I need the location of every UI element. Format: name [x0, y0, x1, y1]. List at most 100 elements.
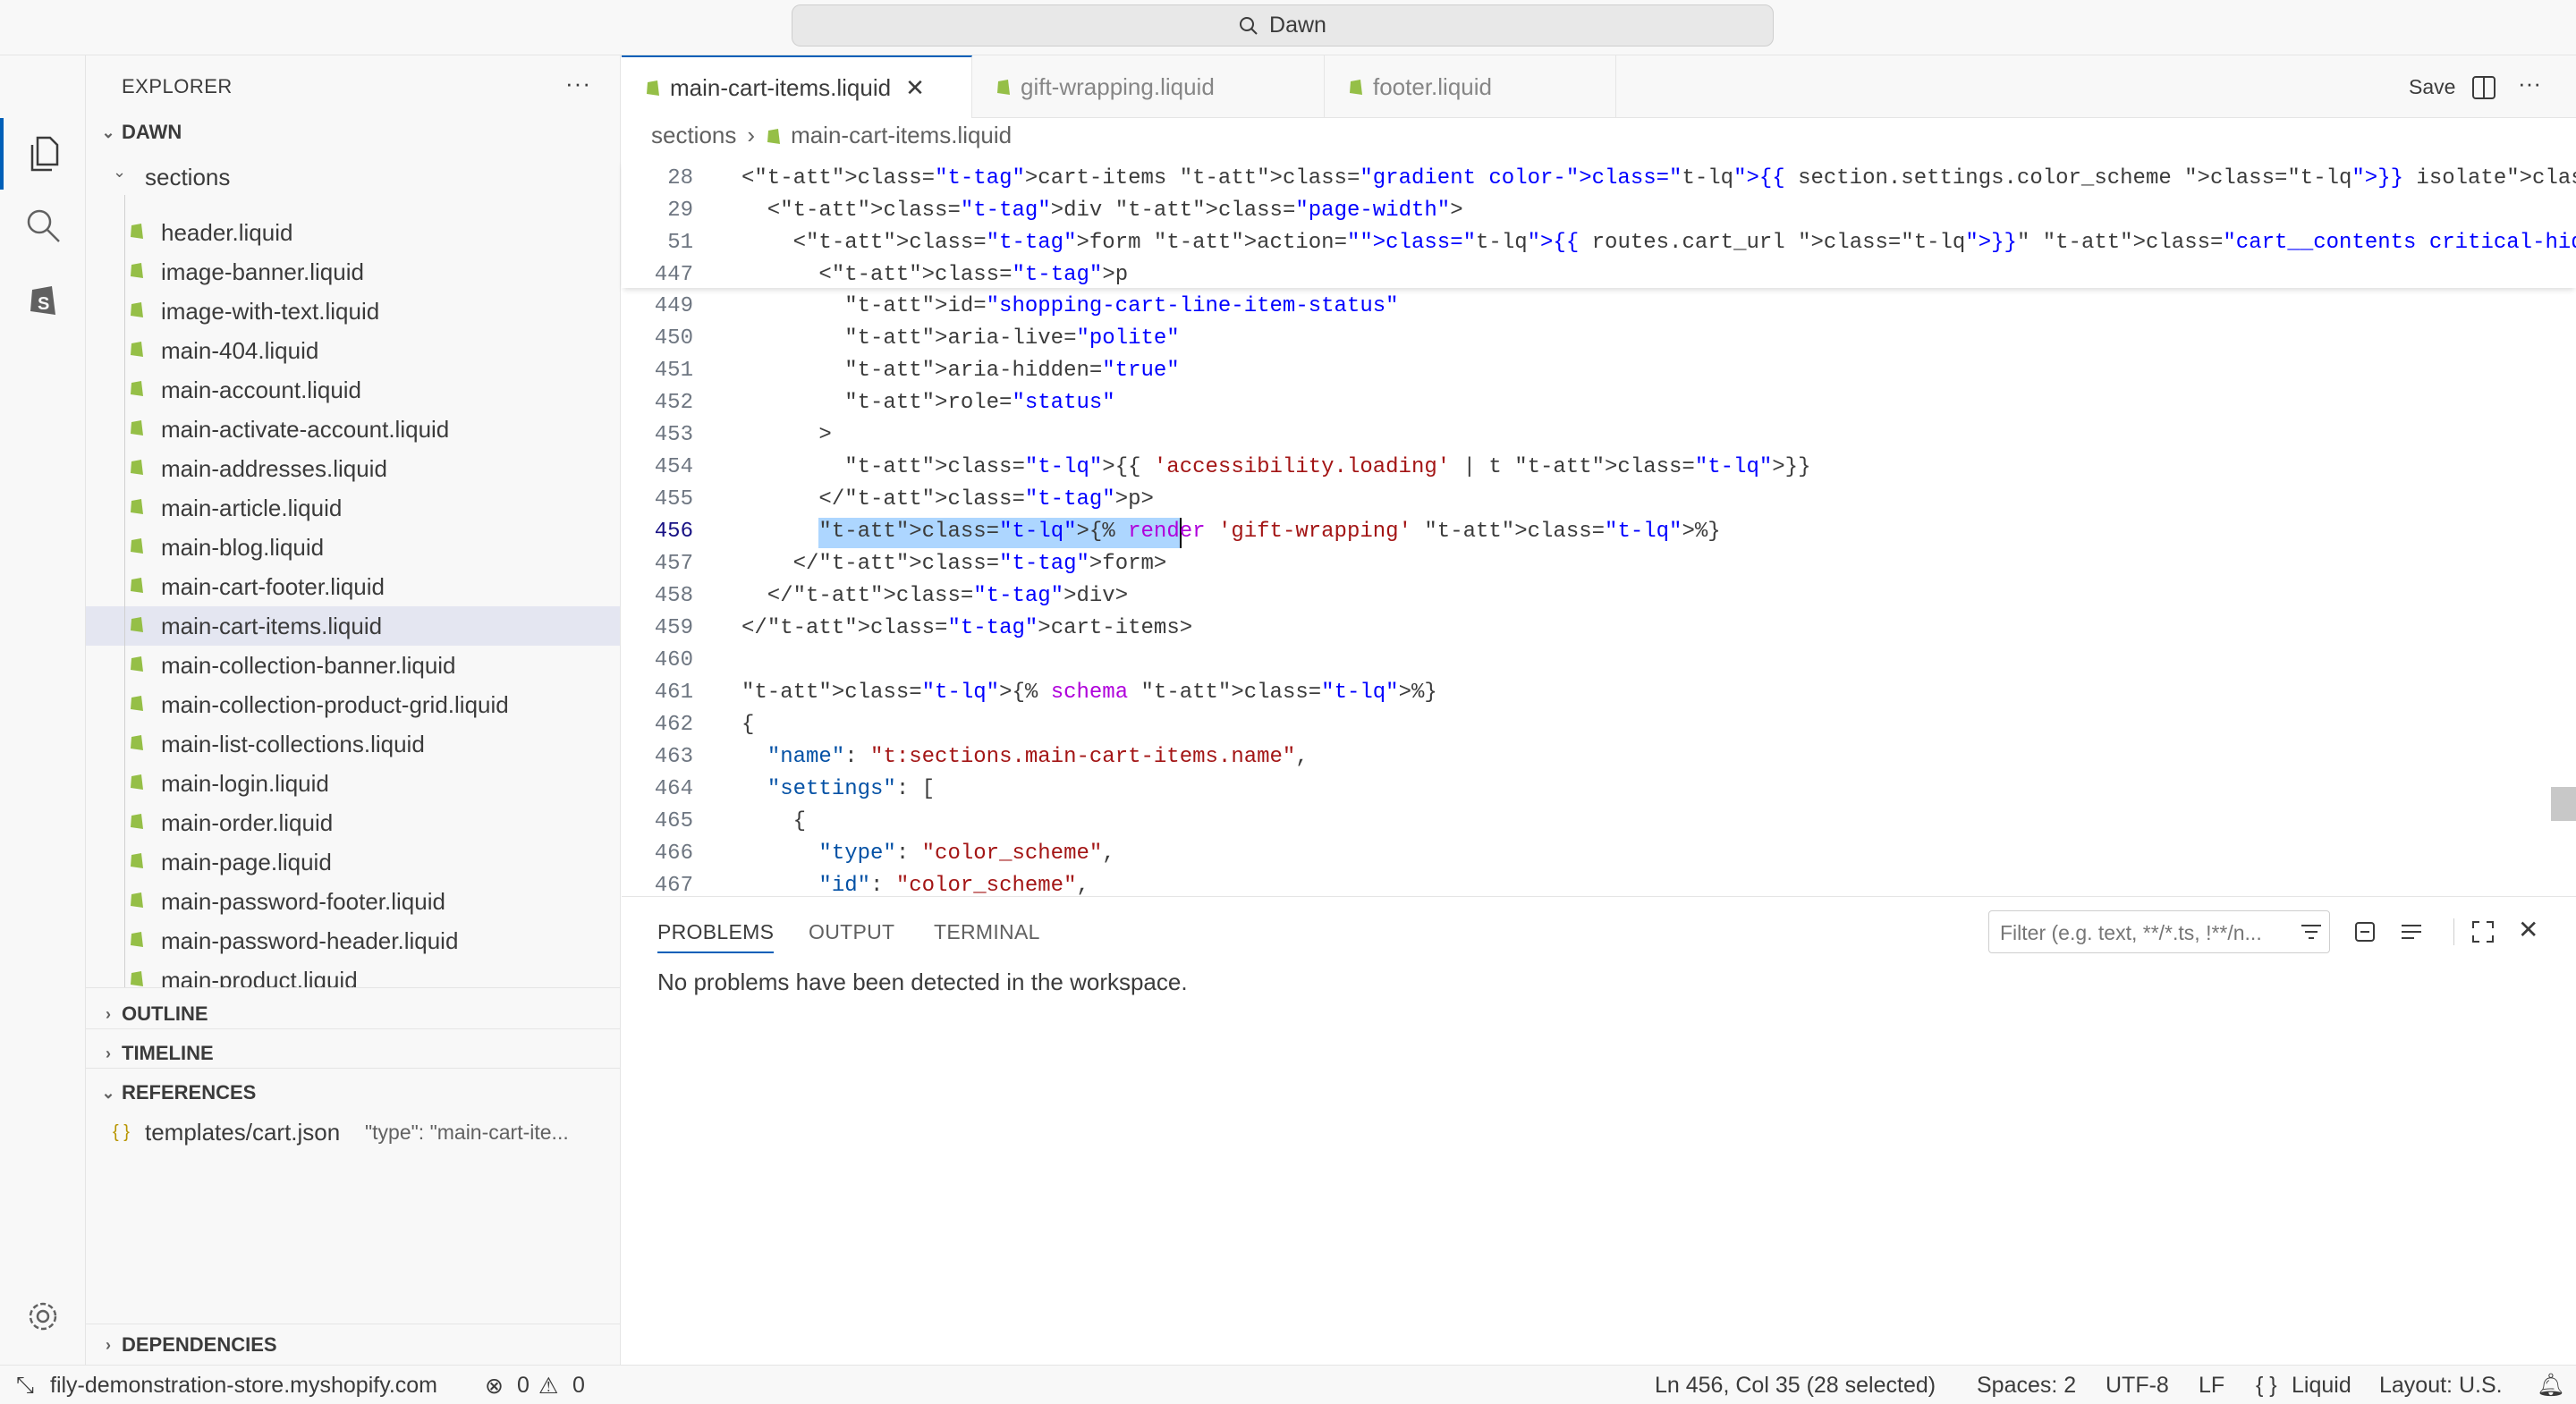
code-line[interactable]: >: [741, 423, 831, 447]
workspace-root[interactable]: ⌄ DAWN: [86, 113, 620, 152]
tab-label: main-cart-items.liquid: [670, 73, 892, 101]
code-line[interactable]: "name": "t:sections.main-cart-items.name…: [741, 745, 1309, 769]
code-line[interactable]: <"t-att">class="t-tag">div "t-att">class…: [741, 199, 1463, 223]
file-item[interactable]: image-with-text.liquid: [86, 292, 620, 331]
close-panel-icon[interactable]: ✕: [2518, 915, 2538, 944]
file-item[interactable]: main-article.liquid: [86, 488, 620, 528]
line-number: 456: [654, 520, 693, 544]
code-line[interactable]: {: [741, 809, 806, 833]
file-item[interactable]: main-account.liquid: [86, 370, 620, 410]
code-line[interactable]: "t-att">class="t-lq">{{ 'accessibility.l…: [741, 455, 1810, 479]
error-count[interactable]: 0: [517, 1373, 530, 1399]
line-number: 463: [654, 745, 693, 769]
breadcrumb-folder[interactable]: sections: [651, 122, 736, 149]
breadcrumb-file[interactable]: main-cart-items.liquid: [791, 122, 1012, 149]
timeline-label: TIMELINE: [122, 1042, 214, 1064]
code-line[interactable]: {: [741, 713, 754, 737]
code-line[interactable]: "id": "color_scheme",: [741, 874, 1089, 896]
explorer-activity-button[interactable]: [0, 118, 86, 190]
bell-icon[interactable]: 🔔︎: [2537, 1373, 2565, 1399]
command-center-search[interactable]: Dawn: [792, 4, 1774, 47]
split-editor-icon[interactable]: [2471, 75, 2496, 100]
more-actions-icon[interactable]: ···: [2518, 70, 2541, 97]
references-section[interactable]: ⌄ REFERENCES: [86, 1073, 620, 1112]
file-item[interactable]: main-collection-banner.liquid: [86, 646, 620, 685]
file-item[interactable]: main-404.liquid: [86, 331, 620, 370]
code-line[interactable]: "t-att">role="status": [741, 391, 1114, 415]
search-activity-button[interactable]: [0, 190, 86, 261]
tab-main-cart-items[interactable]: main-cart-items.liquid ✕: [622, 55, 972, 118]
line-number: 457: [654, 552, 693, 576]
file-item[interactable]: main-page.liquid: [86, 842, 620, 882]
file-item[interactable]: main-activate-account.liquid: [86, 410, 620, 449]
code-line[interactable]: <"t-att">class="t-tag">form "t-att">acti…: [741, 231, 2576, 255]
code-line[interactable]: "t-att">aria-live="polite": [741, 326, 1179, 351]
code-line[interactable]: <"t-att">class="t-tag">cart-items "t-att…: [741, 166, 2576, 190]
status-bar: ⤡ fily-demonstration-store.myshopify.com…: [0, 1365, 2576, 1404]
code-line[interactable]: "settings": [: [741, 777, 935, 801]
code-line[interactable]: </"t-att">class="t-tag">cart-items>: [741, 616, 1192, 640]
tab-gift-wrapping[interactable]: gift-wrapping.liquid: [972, 55, 1325, 118]
file-name: main-account.liquid: [161, 376, 362, 403]
warning-count[interactable]: 0: [572, 1373, 585, 1399]
line-number: 29: [667, 199, 693, 223]
file-item[interactable]: main-cart-items.liquid: [86, 606, 620, 646]
tab-footer[interactable]: footer.liquid: [1325, 55, 1616, 118]
code-line[interactable]: "t-att">aria-hidden="true": [741, 359, 1179, 383]
code-line[interactable]: <"t-att">class="t-tag">p: [741, 263, 1128, 287]
tab-terminal[interactable]: TERMINAL: [934, 920, 1040, 944]
file-item[interactable]: main-password-header.liquid: [86, 921, 620, 960]
keyboard-layout[interactable]: Layout: U.S.: [2379, 1373, 2503, 1399]
encoding[interactable]: UTF-8: [2106, 1373, 2169, 1399]
manage-settings-button[interactable]: [0, 1281, 86, 1352]
file-item[interactable]: main-order.liquid: [86, 803, 620, 842]
file-item[interactable]: main-password-footer.liquid: [86, 882, 620, 921]
remote-icon[interactable]: ⤡: [16, 1373, 34, 1399]
file-item[interactable]: main-addresses.liquid: [86, 449, 620, 488]
dependencies-section[interactable]: › DEPENDENCIES: [86, 1325, 620, 1365]
file-item[interactable]: header.liquid: [86, 213, 620, 252]
problems-filter-input[interactable]: Filter (e.g. text, **/*.ts, !**/n...: [1988, 910, 2330, 953]
maximize-panel-icon[interactable]: [2471, 920, 2495, 943]
scrollbar-thumb[interactable]: [2551, 787, 2576, 821]
file-item[interactable]: main-blog.liquid: [86, 528, 620, 567]
code-line[interactable]: </"t-att">class="t-tag">div>: [741, 584, 1128, 608]
shopify-file-icon: [647, 80, 659, 96]
folder-sections[interactable]: ⌄ sections: [86, 159, 620, 195]
tab-output[interactable]: OUTPUT: [809, 920, 894, 944]
file-item[interactable]: main-list-collections.liquid: [86, 724, 620, 764]
more-actions-button[interactable]: ···: [565, 70, 591, 97]
file-item[interactable]: main-cart-footer.liquid: [86, 567, 620, 606]
code-line[interactable]: </"t-att">class="t-tag">form>: [741, 552, 1167, 576]
view-as-table-icon[interactable]: [2400, 920, 2423, 943]
shopify-file-icon: [131, 499, 143, 514]
end-of-line[interactable]: LF: [2199, 1373, 2224, 1399]
file-item[interactable]: main-login.liquid: [86, 764, 620, 803]
shopify-file-icon: [131, 814, 143, 829]
close-icon[interactable]: ✕: [905, 74, 925, 102]
language-mode[interactable]: Liquid: [2292, 1373, 2351, 1399]
code-line[interactable]: "type": "color_scheme",: [741, 842, 1114, 866]
reference-item[interactable]: { } templates/cart.json "type": "main-ca…: [86, 1112, 620, 1152]
tab-problems[interactable]: PROBLEMS: [657, 920, 775, 953]
sticky-scroll[interactable]: 28 <"t-att">class="t-tag">cart-items "t-a…: [622, 159, 2576, 288]
file-item[interactable]: image-banner.liquid: [86, 252, 620, 292]
file-item[interactable]: main-collection-product-grid.liquid: [86, 685, 620, 724]
code-line[interactable]: "t-att">id="shopping-cart-line-item-stat…: [741, 294, 1398, 318]
shopify-file-icon: [131, 538, 143, 554]
remote-indicator[interactable]: fily-demonstration-store.myshopify.com: [50, 1373, 437, 1399]
explorer-sidebar: EXPLORER ··· ⌄ DAWN ⌄ sections header.li…: [86, 55, 621, 1365]
file-item[interactable]: main-product.liquid: [86, 960, 620, 987]
indentation[interactable]: Spaces: 2: [1977, 1373, 2076, 1399]
save-button[interactable]: Save: [2409, 75, 2455, 99]
braces-icon: { }: [2256, 1373, 2277, 1398]
line-number: 450: [654, 326, 693, 351]
code-line[interactable]: </"t-att">class="t-tag">p>: [741, 487, 1154, 512]
code-line[interactable]: "t-att">class="t-lq">{% schema "t-att">c…: [741, 681, 1437, 705]
filter-icon[interactable]: [2300, 922, 2323, 942]
selected-code-line[interactable]: "t-att">class="t-lq">{% render 'gift-wra…: [741, 520, 1720, 544]
cursor-position[interactable]: Ln 456, Col 35 (28 selected): [1655, 1373, 1936, 1399]
search-label: Dawn: [1269, 13, 1326, 38]
shopify-activity-button[interactable]: S: [0, 263, 86, 334]
collapse-all-icon[interactable]: [2353, 920, 2377, 943]
